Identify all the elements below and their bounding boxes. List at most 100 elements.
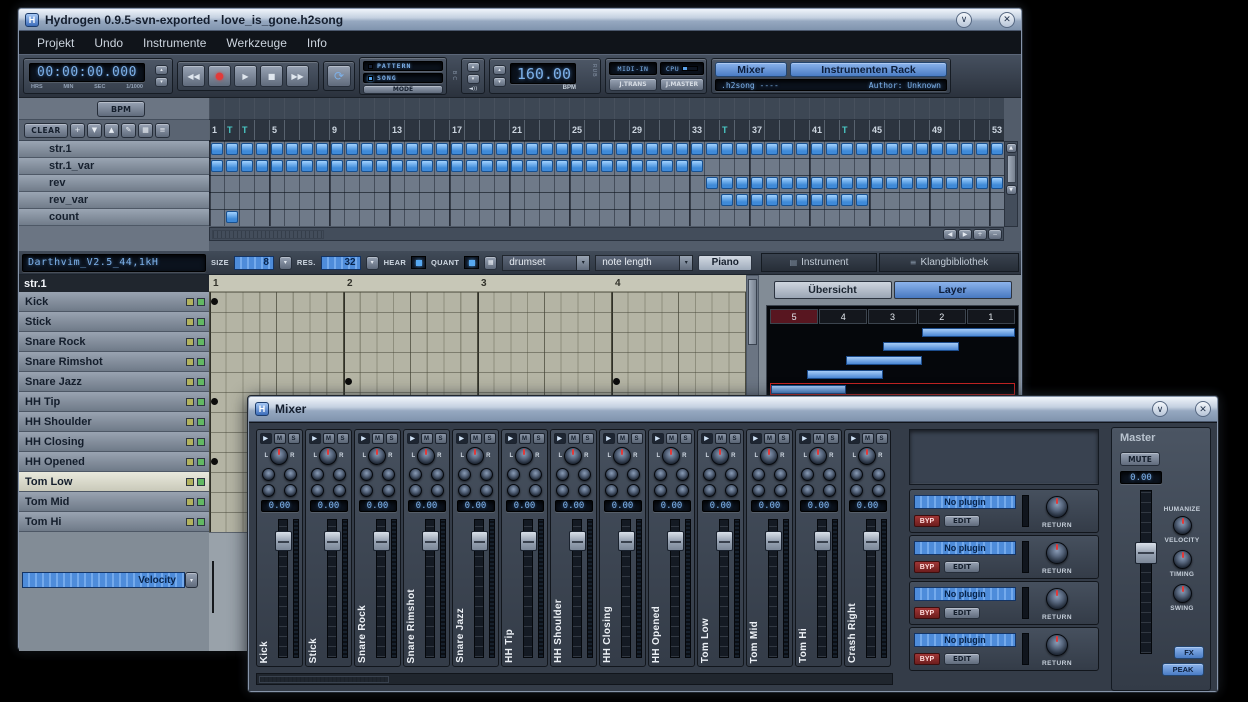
master-fx-button[interactable]: FX [1174, 646, 1204, 659]
fx-send-knob[interactable] [311, 484, 324, 497]
song-pattern-cell[interactable] [871, 177, 883, 189]
layer-header-3[interactable]: 3 [868, 309, 916, 324]
instrument-row-snare-rock[interactable]: Snare Rock [19, 332, 209, 352]
song-pattern-cell[interactable] [226, 160, 238, 172]
fx-send-knob[interactable] [725, 468, 738, 481]
song-pattern-cell[interactable] [571, 143, 583, 155]
fx-return-knob[interactable] [1046, 542, 1068, 564]
fx-send-knob[interactable] [507, 484, 520, 497]
fx-send-knob[interactable] [703, 484, 716, 497]
menu-info[interactable]: Info [297, 34, 337, 52]
instrument-solo-led[interactable] [197, 458, 205, 466]
fx-bypass-button[interactable]: BYP [914, 607, 940, 619]
fx-send-knob[interactable] [409, 468, 422, 481]
tab-layer[interactable]: Layer [894, 281, 1012, 299]
timeline-bpm-button[interactable]: BPM [97, 101, 145, 117]
song-pattern-cell[interactable] [796, 143, 808, 155]
song-pattern-cell[interactable] [736, 177, 748, 189]
song-pattern-cell[interactable] [301, 160, 313, 172]
song-pattern-cell[interactable] [526, 160, 538, 172]
channel-solo-button[interactable]: S [533, 433, 545, 444]
shade-window-icon[interactable]: ∨ [956, 12, 972, 28]
song-pattern-cell[interactable] [256, 160, 268, 172]
mixer-titlebar[interactable]: H Mixer ∨ ✕ [249, 397, 1217, 422]
speaker-icon[interactable]: ◄)) [469, 86, 478, 92]
pattern-mode-row[interactable]: PATTERN [363, 61, 443, 71]
velocity-bar[interactable] [212, 561, 214, 613]
mode-switch-button[interactable]: MODE [363, 85, 443, 94]
channel-mute-button[interactable]: M [813, 433, 825, 444]
instrument-mute-led[interactable] [186, 378, 194, 386]
song-pattern-cell[interactable] [481, 160, 493, 172]
piano-button[interactable]: Piano [698, 255, 752, 271]
instrument-mute-led[interactable] [186, 458, 194, 466]
song-pattern-cell[interactable] [886, 177, 898, 189]
fx-return-fader[interactable] [1022, 495, 1029, 527]
pan-knob[interactable] [711, 447, 729, 465]
song-hscroll-handle[interactable] [212, 230, 324, 239]
song-pattern-cell[interactable] [331, 143, 343, 155]
song-pattern-cell[interactable] [976, 177, 988, 189]
song-pattern-cell[interactable] [556, 160, 568, 172]
song-pattern-cell[interactable] [961, 177, 973, 189]
zoom-in-button[interactable]: + [973, 229, 987, 240]
fx-send-knob[interactable] [725, 484, 738, 497]
song-pattern-cell[interactable] [586, 160, 598, 172]
layer-velocity-bar[interactable] [846, 356, 922, 365]
fx-return-knob[interactable] [1046, 588, 1068, 610]
song-pattern-cell[interactable] [271, 160, 283, 172]
song-track-str-1-var[interactable]: str.1_var [19, 158, 209, 175]
song-pattern-cell[interactable] [811, 194, 823, 206]
channel-play-button[interactable]: ▶ [799, 433, 811, 444]
song-pattern-cell[interactable] [601, 143, 613, 155]
scroll-down-icon[interactable]: ▼ [1006, 185, 1017, 195]
song-vertical-scrollbar[interactable]: ▲ ▼ [1004, 141, 1018, 227]
channel-mute-button[interactable]: M [421, 433, 433, 444]
instrument-solo-led[interactable] [197, 418, 205, 426]
fx-send-knob[interactable] [823, 468, 836, 481]
song-pattern-cell[interactable] [946, 177, 958, 189]
layer-row[interactable] [770, 383, 1015, 395]
song-pattern-cell[interactable] [616, 160, 628, 172]
song-track-count[interactable]: count [19, 209, 209, 226]
channel-fader-handle[interactable] [667, 531, 684, 551]
instrument-mute-led[interactable] [186, 478, 194, 486]
song-pattern-cell[interactable] [631, 160, 643, 172]
fx-edit-button[interactable]: EDIT [944, 653, 980, 665]
mixer-horizontal-scrollbar[interactable] [256, 673, 893, 685]
fx-bypass-button[interactable]: BYP [914, 515, 940, 527]
instrument-solo-led[interactable] [197, 298, 205, 306]
song-pattern-cell[interactable] [811, 143, 823, 155]
song-pattern-cell[interactable] [241, 143, 253, 155]
song-pattern-cell[interactable] [766, 177, 778, 189]
song-pattern-cell[interactable] [811, 177, 823, 189]
instrument-row-snare-jazz[interactable]: Snare Jazz [19, 372, 209, 392]
song-pattern-cell[interactable] [826, 177, 838, 189]
song-pattern-cell[interactable] [946, 143, 958, 155]
instrument-solo-led[interactable] [197, 498, 205, 506]
song-pattern-cell[interactable] [466, 160, 478, 172]
scroll-left-button[interactable]: ◀ [943, 229, 957, 240]
pan-knob[interactable] [613, 447, 631, 465]
fx-send-knob[interactable] [284, 468, 297, 481]
instrument-mute-led[interactable] [186, 338, 194, 346]
song-pattern-cell[interactable] [496, 160, 508, 172]
fx-send-knob[interactable] [654, 484, 667, 497]
instrument-row-snare-rimshot[interactable]: Snare Rimshot [19, 352, 209, 372]
combo-arrow-icon[interactable]: ▾ [679, 256, 692, 270]
fx-return-knob[interactable] [1046, 496, 1068, 518]
fx-send-knob[interactable] [801, 484, 814, 497]
channel-mute-button[interactable]: M [568, 433, 580, 444]
layer-velocity-bar[interactable] [771, 385, 846, 394]
fx-send-knob[interactable] [458, 484, 471, 497]
stop-button[interactable]: ■ [260, 65, 283, 87]
play-button[interactable]: ▶ [234, 65, 257, 87]
song-pattern-cell[interactable] [796, 177, 808, 189]
song-mode-row[interactable]: SONG [363, 73, 443, 83]
song-pattern-cell[interactable] [781, 143, 793, 155]
song-pattern-cell[interactable] [541, 160, 553, 172]
layer-row[interactable] [770, 341, 1015, 353]
fx-send-knob[interactable] [676, 468, 689, 481]
channel-solo-button[interactable]: S [484, 433, 496, 444]
song-pattern-cell[interactable] [361, 143, 373, 155]
